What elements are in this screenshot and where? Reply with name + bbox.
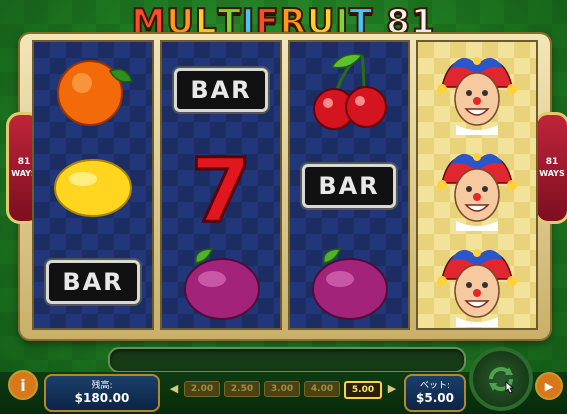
reel-1: BAR <box>32 40 154 330</box>
message-bar <box>108 347 466 373</box>
bar-symbol-label: BAR <box>174 68 268 112</box>
bar-symbol-label: BAR <box>302 164 396 208</box>
symbol-lemon-icon <box>34 138 152 234</box>
bet-decrease-arrow[interactable]: ◀ <box>168 381 180 395</box>
bet-value: $5.00 <box>416 391 454 405</box>
bet-panel: ベット: $5.00 <box>404 374 466 412</box>
play-icon: ▶ <box>544 379 554 393</box>
symbol-jester-icon <box>418 42 536 138</box>
info-icon: i <box>20 375 26 395</box>
symbol-bar: BAR <box>34 234 152 328</box>
bet-label: ベット: <box>419 381 451 391</box>
bar-symbol-label: BAR <box>46 260 140 304</box>
reels: BAR BAR 7 BAR <box>32 40 538 330</box>
bet-option[interactable]: 2.00 <box>184 381 220 397</box>
reel-2: BAR 7 <box>160 40 282 330</box>
bet-increase-arrow[interactable]: ▶ <box>386 381 398 395</box>
ways-number: 81 <box>545 157 559 167</box>
symbol-bar: BAR <box>290 138 408 234</box>
spin-button[interactable] <box>469 347 533 411</box>
symbol-jester-icon <box>418 138 536 234</box>
reel-4 <box>416 40 538 330</box>
bet-option[interactable]: 2.50 <box>224 381 260 397</box>
bet-option[interactable]: 3.00 <box>264 381 300 397</box>
balance-label: 残高: <box>91 381 113 391</box>
symbol-plum-icon <box>290 234 408 328</box>
balance-panel: 残高: $180.00 <box>44 374 160 412</box>
symbol-cherries-icon <box>290 42 408 138</box>
info-button[interactable]: i <box>8 370 38 400</box>
svg-text:7: 7 <box>190 141 251 231</box>
spin-arrows-icon <box>489 367 515 394</box>
ways-label: WAYS <box>539 169 565 178</box>
ways-badge-right: 81 WAYS <box>534 112 567 224</box>
reel-3: BAR <box>288 40 410 330</box>
bet-option[interactable]: 5.00 <box>344 381 382 399</box>
symbol-plum-icon <box>162 234 280 328</box>
ways-number: 81 <box>17 157 31 167</box>
autoplay-button[interactable]: ▶ <box>535 372 563 400</box>
symbol-orange-icon <box>34 42 152 138</box>
symbol-jester-icon <box>418 234 536 328</box>
bet-option[interactable]: 4.00 <box>304 381 340 397</box>
symbol-bar: BAR <box>162 42 280 138</box>
balance-value: $180.00 <box>74 391 130 405</box>
symbol-seven-icon: 7 <box>162 138 280 234</box>
